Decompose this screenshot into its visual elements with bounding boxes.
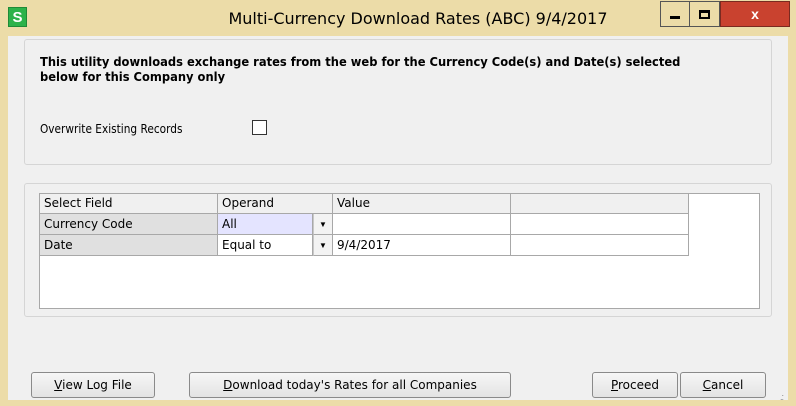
mnemonic: V — [54, 378, 63, 392]
row-date-value[interactable]: 9/4/2017 — [333, 235, 511, 256]
maximize-button[interactable] — [690, 1, 720, 27]
button-label: ownload today's Rates for all Companies — [232, 378, 477, 392]
header-value[interactable]: Value — [333, 194, 511, 214]
resize-grip-icon[interactable]: .: — [780, 392, 784, 402]
title-bar[interactable]: S Multi-Currency Download Rates (ABC) 9/… — [0, 0, 796, 36]
button-label: iew Log File — [62, 378, 132, 392]
row-date-field[interactable]: Date — [40, 235, 218, 256]
button-label: ancel — [711, 378, 744, 392]
minimize-button[interactable] — [660, 1, 690, 27]
download-rates-button[interactable]: Download today's Rates for all Companies — [189, 372, 511, 398]
header-extra[interactable] — [511, 194, 689, 214]
chevron-down-icon[interactable]: ▼ — [313, 235, 333, 256]
proceed-button[interactable]: Proceed — [592, 372, 678, 398]
minimize-icon — [670, 16, 680, 19]
overwrite-label: Overwrite Existing Records — [40, 122, 183, 136]
row-currency-value[interactable] — [333, 214, 511, 235]
view-log-file-button[interactable]: View Log File — [31, 372, 155, 398]
header-select-field[interactable]: Select Field — [40, 194, 218, 214]
row-date-extra[interactable] — [511, 235, 689, 256]
row-currency-operand[interactable]: All — [218, 214, 313, 235]
utility-description: This utility downloads exchange rates fr… — [40, 54, 681, 84]
maximize-icon — [699, 9, 710, 19]
row-currency-extra[interactable] — [511, 214, 689, 235]
mnemonic: C — [702, 378, 712, 392]
close-button[interactable]: x — [720, 1, 790, 27]
close-icon: x — [751, 6, 759, 22]
selection-grid: Select Field Operand Value Currency Code… — [39, 193, 760, 309]
mnemonic: P — [610, 378, 619, 392]
header-operand[interactable]: Operand — [218, 194, 333, 214]
chevron-down-icon[interactable]: ▼ — [313, 214, 333, 235]
row-date-operand[interactable]: Equal to — [218, 235, 313, 256]
button-label: roceed — [618, 378, 660, 392]
app-window: S Multi-Currency Download Rates (ABC) 9/… — [0, 0, 796, 406]
row-currency-field[interactable]: Currency Code — [40, 214, 218, 235]
overwrite-checkbox[interactable] — [252, 120, 267, 135]
cancel-button[interactable]: Cancel — [680, 372, 766, 398]
